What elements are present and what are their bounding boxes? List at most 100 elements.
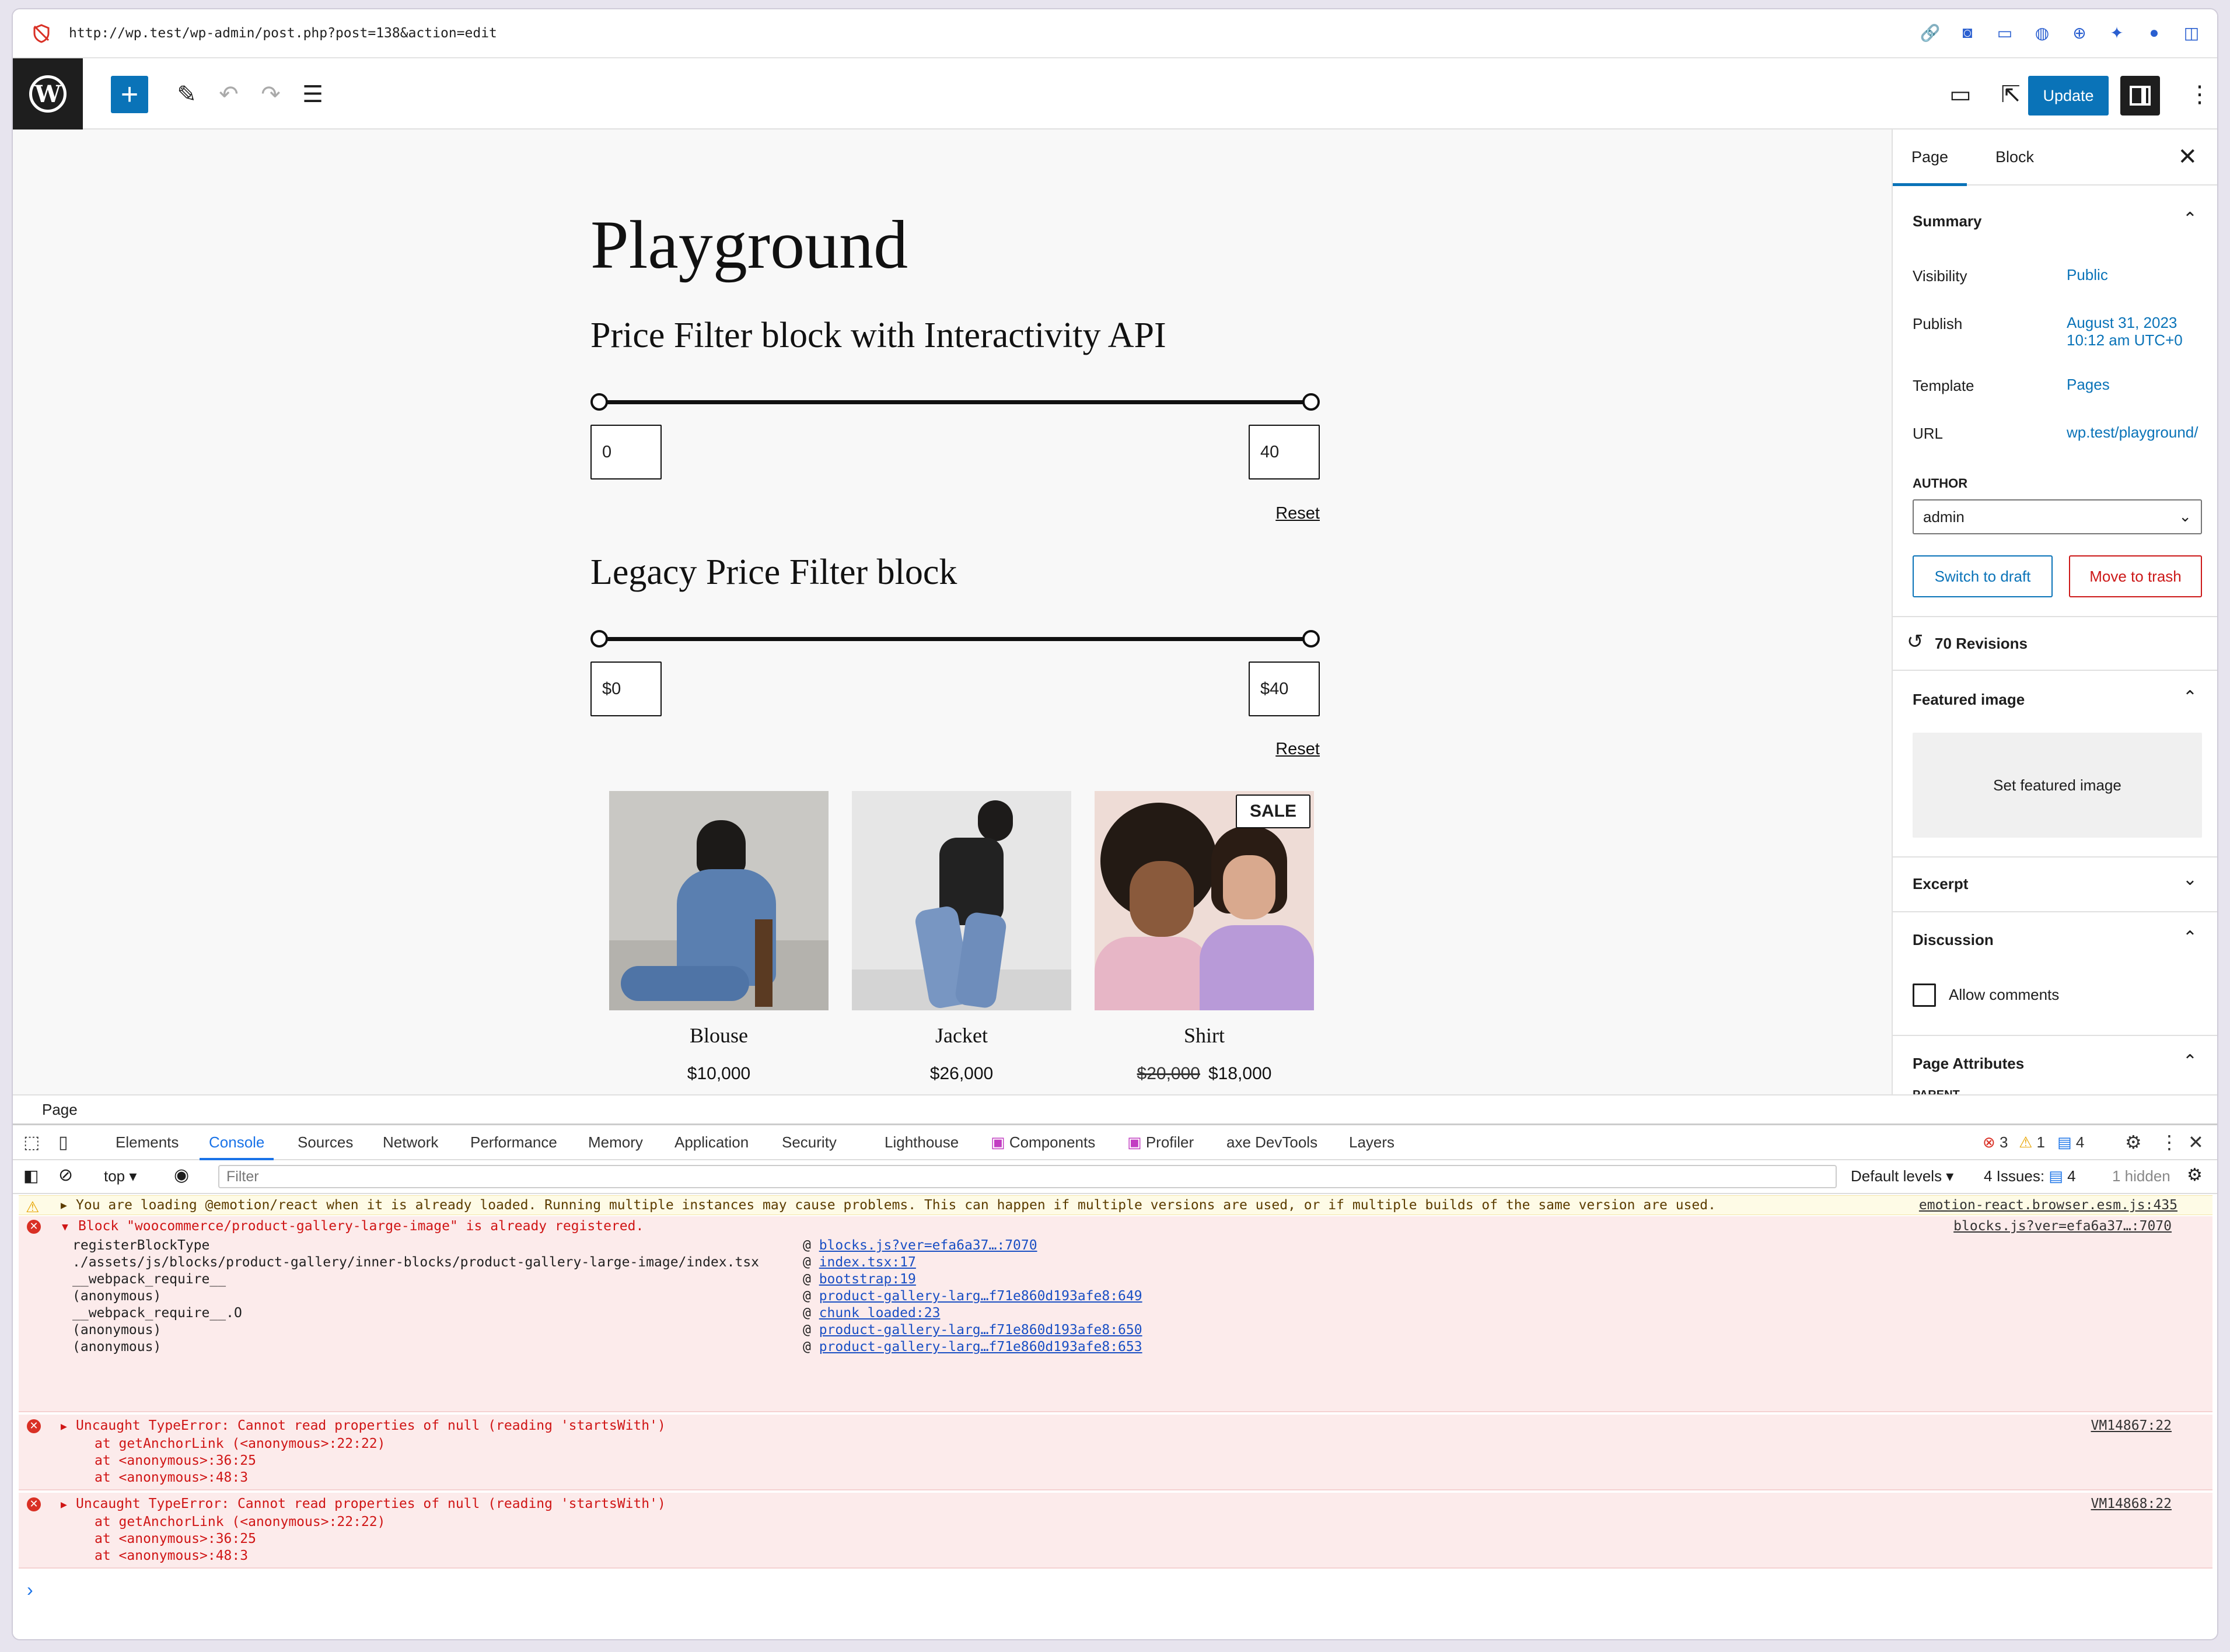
tab-lighthouse[interactable]: Lighthouse (885, 1133, 959, 1152)
tab-elements[interactable]: Elements (116, 1133, 179, 1152)
view-page-external-icon[interactable]: ⇱ (1994, 78, 2027, 111)
reset-link[interactable]: Reset (1275, 504, 1320, 523)
device-toolbar-icon[interactable]: ▯ (58, 1132, 68, 1153)
source-link[interactable]: VM14867:22 (2091, 1418, 2172, 1433)
max-price-input[interactable]: 40 (1249, 425, 1320, 480)
page-title[interactable]: Playground (590, 205, 908, 285)
product-name[interactable]: Jacket (852, 1023, 1071, 1048)
expand-triangle-icon[interactable]: ▶ (61, 1499, 67, 1511)
legacy-max-price-input[interactable]: $40 (1249, 662, 1320, 716)
console-warning-row[interactable]: ⚠ ▶ You are loading @emotion/react when … (19, 1195, 2212, 1216)
product-name[interactable]: Shirt (1095, 1023, 1314, 1048)
insecure-shield-icon[interactable] (32, 23, 51, 43)
chevron-down-icon[interactable]: ⌄ (2183, 869, 2197, 890)
warning-count-badge[interactable]: ⚠ 1 (2019, 1133, 2045, 1152)
chevron-up-icon[interactable]: ⌃ (2183, 209, 2197, 229)
tab-page[interactable]: Page (1893, 148, 1967, 186)
product-card[interactable]: Blouse $10,000 (609, 791, 829, 1094)
eye-icon[interactable]: ◉ (174, 1165, 189, 1185)
log-levels-select[interactable]: Default levels ▾ (1851, 1167, 1953, 1185)
sidebar-toggle-icon[interactable]: ◫ (2180, 21, 2203, 44)
more-options-icon[interactable]: ⋮ (2183, 78, 2216, 111)
inspect-element-icon[interactable]: ⬚ (23, 1132, 40, 1153)
console-error-row[interactable]: ✕ ▶ Uncaught TypeError: Cannot read prop… (19, 1415, 2212, 1490)
context-select[interactable]: top ▾ (104, 1167, 137, 1185)
tab-performance[interactable]: Performance (470, 1133, 557, 1152)
tab-profiler[interactable]: ▣ Profiler (1127, 1133, 1194, 1152)
tab-console[interactable]: Console (199, 1133, 274, 1160)
globe-icon[interactable]: ◍ (2030, 21, 2054, 44)
chevron-up-icon[interactable]: ⌃ (2183, 928, 2197, 948)
update-button[interactable]: Update (2028, 76, 2109, 116)
summary-heading[interactable]: Summary (1913, 212, 1982, 230)
stack-link[interactable]: product-gallery-larg…f71e860d193afe8:649 (819, 1289, 1142, 1304)
show-sidebar-icon[interactable]: ◧ (23, 1166, 39, 1185)
puzzle-icon[interactable]: ✦ (2105, 21, 2128, 44)
console-error-row[interactable]: ✕ ▶ Uncaught TypeError: Cannot read prop… (19, 1493, 2212, 1569)
allow-comments-checkbox[interactable] (1913, 984, 1936, 1007)
url-value[interactable]: wp.test/playground/ (2067, 424, 2207, 441)
tab-memory[interactable]: Memory (588, 1133, 643, 1152)
close-devtools-icon[interactable]: ✕ (2188, 1131, 2204, 1153)
expand-triangle-icon[interactable]: ▶ (61, 1199, 67, 1212)
product-card[interactable]: Jacket $26,000 (852, 791, 1071, 1094)
stack-link[interactable]: product-gallery-larg…f71e860d193afe8:653 (819, 1339, 1142, 1354)
price-range-slider[interactable] (590, 393, 1320, 411)
issues-counter[interactable]: 4 Issues: ▤ 4 (1984, 1167, 2076, 1185)
source-link[interactable]: VM14868:22 (2091, 1496, 2172, 1511)
author-select[interactable]: admin ⌄ (1913, 499, 2202, 534)
product-image[interactable] (609, 791, 829, 1010)
set-featured-image-button[interactable]: Set featured image (1913, 733, 2202, 838)
undo-icon[interactable]: ↶ (212, 78, 245, 111)
url-text[interactable]: http://wp.test/wp-admin/post.php?post=13… (69, 26, 497, 41)
product-card[interactable]: SALE Shirt $20,000 $18,000 (1095, 791, 1314, 1094)
terminal-icon[interactable]: ▭ (1993, 21, 2016, 44)
visibility-value[interactable]: Public (2067, 266, 2207, 284)
tab-network[interactable]: Network (383, 1133, 438, 1152)
stack-link[interactable]: product-gallery-larg…f71e860d193afe8:650 (819, 1322, 1142, 1338)
redo-icon[interactable]: ↷ (254, 78, 287, 111)
block-inserter-button[interactable]: + (111, 76, 148, 113)
page-attributes-heading[interactable]: Page Attributes (1913, 1055, 2024, 1073)
excerpt-heading[interactable]: Excerpt (1913, 875, 1968, 893)
publish-date[interactable]: August 31, 2023 10:12 am UTC+0 (2067, 314, 2207, 349)
legacy-min-handle[interactable] (590, 630, 608, 648)
template-value[interactable]: Pages (2067, 376, 2207, 393)
expand-triangle-icon[interactable]: ▶ (61, 1420, 67, 1433)
close-icon[interactable]: ✕ (2177, 144, 2197, 170)
tab-layers[interactable]: Layers (1349, 1133, 1394, 1152)
legacy-price-range-slider[interactable] (590, 630, 1320, 648)
camera-icon[interactable]: ◙ (1956, 21, 1979, 44)
tab-axe-devtools[interactable]: axe DevTools (1226, 1133, 1317, 1152)
revisions-link[interactable]: 70 Revisions (1935, 635, 2028, 653)
gear-icon[interactable]: ⚙ (2125, 1131, 2142, 1153)
source-link[interactable]: emotion-react.browser.esm.js:435 (1919, 1198, 2177, 1213)
discussion-heading[interactable]: Discussion (1913, 931, 1994, 949)
legacy-price-filter-heading[interactable]: Legacy Price Filter block (590, 552, 957, 593)
profile-icon[interactable]: ● (2142, 21, 2166, 44)
wordpress-logo-icon[interactable]: W (13, 58, 83, 130)
min-price-input[interactable]: 0 (590, 425, 662, 480)
edit-tools-pencil-icon[interactable]: ✎ (170, 78, 203, 111)
console-settings-icon[interactable]: ⚙ (2187, 1165, 2203, 1185)
tab-block[interactable]: Block (1995, 148, 2034, 166)
featured-image-heading[interactable]: Featured image (1913, 691, 2025, 709)
chevron-up-icon[interactable]: ⌃ (2183, 1051, 2197, 1072)
tab-application[interactable]: Application (674, 1133, 749, 1152)
min-price-handle[interactable] (590, 393, 608, 411)
product-image[interactable] (852, 791, 1071, 1010)
error-count-badge[interactable]: ⊗ 3 (1983, 1133, 2008, 1152)
legacy-max-handle[interactable] (1302, 630, 1320, 648)
tab-components[interactable]: ▣ Components (991, 1133, 1095, 1152)
block-breadcrumb[interactable]: Page (13, 1094, 2217, 1124)
stack-link[interactable]: blocks.js?ver=efa6a37…:7070 (819, 1238, 1037, 1253)
preview-desktop-icon[interactable]: ▭ (1944, 78, 1977, 111)
product-name[interactable]: Blouse (609, 1023, 829, 1048)
switch-to-draft-button[interactable]: Switch to draft (1913, 555, 2053, 597)
console-prompt[interactable]: › (27, 1579, 33, 1601)
collapse-triangle-icon[interactable]: ▼ (62, 1221, 68, 1233)
tab-sources[interactable]: Sources (298, 1133, 353, 1152)
link-icon[interactable]: 🔗 (1918, 21, 1942, 44)
source-link[interactable]: blocks.js?ver=efa6a37…:7070 (1953, 1219, 2172, 1234)
tab-security[interactable]: Security (782, 1133, 837, 1152)
